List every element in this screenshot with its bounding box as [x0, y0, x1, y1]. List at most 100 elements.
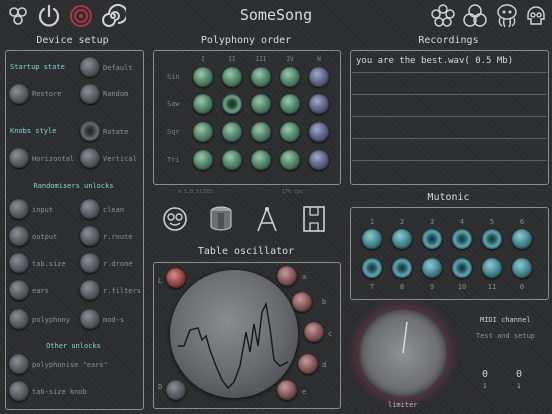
randomiser-route-toggle[interactable] — [80, 226, 100, 246]
polyphonise-ears-toggle[interactable] — [9, 354, 29, 374]
midi-value-2[interactable]: 0 — [516, 369, 522, 380]
mutonic-knob-1[interactable] — [362, 229, 382, 249]
mutonic-knob-10[interactable] — [452, 258, 472, 278]
mutonic-knob-4[interactable] — [452, 229, 472, 249]
midi-test-setup[interactable]: Test and setup — [476, 332, 535, 340]
restore-label: Restore — [32, 90, 62, 98]
random-label: Random — [103, 90, 129, 98]
osc-knob-d-right[interactable] — [298, 354, 318, 374]
row-label-tri: Tri — [167, 156, 180, 164]
col-header-iv: IV — [286, 56, 294, 63]
row-label-saw: Saw — [167, 100, 180, 108]
osc-knob-c[interactable] — [304, 322, 324, 342]
brain-outline-icon[interactable] — [162, 206, 188, 232]
poly-saw-n[interactable] — [309, 94, 329, 114]
poly-sin-n[interactable] — [309, 67, 329, 87]
midi-subvalue-2: 1 — [517, 383, 521, 390]
mutonic-knob-11[interactable] — [482, 258, 502, 278]
poly-sin-ii[interactable] — [222, 67, 242, 87]
randomiser-output-toggle[interactable] — [9, 226, 29, 246]
randomiser-clean-toggle[interactable] — [80, 199, 100, 219]
mutonic-knob-5[interactable] — [482, 229, 502, 249]
default-toggle[interactable] — [80, 57, 100, 77]
col-header-iii: III — [255, 56, 267, 63]
poly-tri-iv[interactable] — [280, 150, 300, 170]
poly-sqr-i[interactable] — [193, 122, 213, 142]
tabsize-knob-toggle[interactable] — [9, 381, 29, 401]
poly-sin-iv[interactable] — [280, 67, 300, 87]
mutonic-num-7: 7 — [369, 283, 375, 291]
random-toggle[interactable] — [80, 84, 100, 104]
randomiser-tabsize-toggle[interactable] — [9, 253, 29, 273]
poly-saw-iv[interactable] — [280, 94, 300, 114]
spiral-red-icon[interactable] — [68, 3, 94, 29]
randomiser-tabsize-label: tab.size — [32, 260, 66, 268]
compass-icon[interactable] — [254, 205, 280, 233]
poly-sqr-iv[interactable] — [280, 122, 300, 142]
poly-sqr-n[interactable] — [309, 122, 329, 142]
other-unlocks-label: Other unlocks — [46, 342, 101, 350]
poly-tri-n[interactable] — [309, 150, 329, 170]
midi-channel-title: MIDI channel — [480, 316, 531, 324]
vertical-toggle[interactable] — [80, 148, 100, 168]
startup-state-label: Startup state — [10, 63, 65, 71]
vertical-label: Vertical — [103, 155, 137, 163]
polyphony-title: Polyphony order — [200, 35, 292, 46]
osc-knob-e[interactable] — [277, 380, 297, 400]
tabsize-knob-label: tab-size knob — [32, 388, 87, 396]
osc-knob-a[interactable] — [277, 266, 297, 286]
mutonic-num-4: 4 — [459, 218, 465, 226]
poly-sin-iii[interactable] — [251, 67, 271, 87]
rotate-toggle[interactable] — [80, 121, 100, 141]
poly-sqr-iii[interactable] — [251, 122, 271, 142]
osc-label-c: c — [328, 330, 333, 338]
brain-icon[interactable] — [6, 4, 30, 28]
poly-sqr-ii[interactable] — [222, 122, 242, 142]
poly-saw-ii[interactable] — [222, 94, 242, 114]
poly-tri-iii[interactable] — [251, 150, 271, 170]
table-icon[interactable] — [302, 205, 326, 233]
poly-saw-iii[interactable] — [251, 94, 271, 114]
horizontal-toggle[interactable] — [9, 148, 29, 168]
randomiser-filters-toggle[interactable] — [80, 280, 100, 300]
randomiser-ears-toggle[interactable] — [9, 280, 29, 300]
skull-icon[interactable] — [524, 3, 548, 29]
mutonic-knob-9[interactable] — [422, 258, 442, 278]
randomiser-input-toggle[interactable] — [9, 199, 29, 219]
midi-value-1[interactable]: 0 — [482, 369, 488, 380]
osc-label-d: D — [158, 383, 163, 391]
poly-sin-i[interactable] — [193, 67, 213, 87]
col-header-i: I — [201, 56, 205, 63]
mutonic-num-5: 5 — [489, 218, 495, 226]
poly-saw-i[interactable] — [193, 94, 213, 114]
randomiser-mods-label: mod-s — [103, 316, 125, 324]
mutonic-knob-2[interactable] — [392, 229, 412, 249]
mutonic-knob-8[interactable] — [392, 258, 412, 278]
polyphonise-ears-label: polyphonise "ears" — [32, 361, 108, 369]
osc-knob-b[interactable] — [292, 292, 312, 312]
randomiser-drone-toggle[interactable] — [80, 253, 100, 273]
randomiser-polyphony-toggle[interactable] — [9, 309, 29, 329]
flower-icon[interactable] — [430, 4, 456, 28]
power-icon[interactable] — [36, 3, 62, 29]
mutonic-knob-7[interactable] — [362, 258, 382, 278]
poly-tri-i[interactable] — [193, 150, 213, 170]
drum-icon[interactable] — [208, 205, 234, 233]
waveform-trace — [178, 301, 289, 390]
mutonic-knob-3[interactable] — [422, 229, 442, 249]
row-label-sin: Sin — [167, 73, 180, 81]
osc-label-l: L — [158, 277, 163, 285]
recordings-title: Recordings — [418, 35, 479, 46]
mutonic-knob-0[interactable] — [512, 258, 532, 278]
spiral-icon[interactable] — [100, 3, 126, 29]
recording-item[interactable]: you are the best.wav( 0.5 Mb) — [356, 56, 513, 66]
octopus-icon[interactable] — [494, 3, 520, 29]
mutonic-num-8: 8 — [399, 283, 405, 291]
poly-tri-ii[interactable] — [222, 150, 242, 170]
circles-icon[interactable] — [462, 3, 488, 29]
midi-subvalue-1: 1 — [483, 383, 487, 390]
mutonic-knob-6[interactable] — [512, 229, 532, 249]
restore-toggle[interactable] — [9, 84, 29, 104]
app-title: SomeSong — [239, 6, 313, 24]
randomiser-mods-toggle[interactable] — [80, 309, 100, 329]
